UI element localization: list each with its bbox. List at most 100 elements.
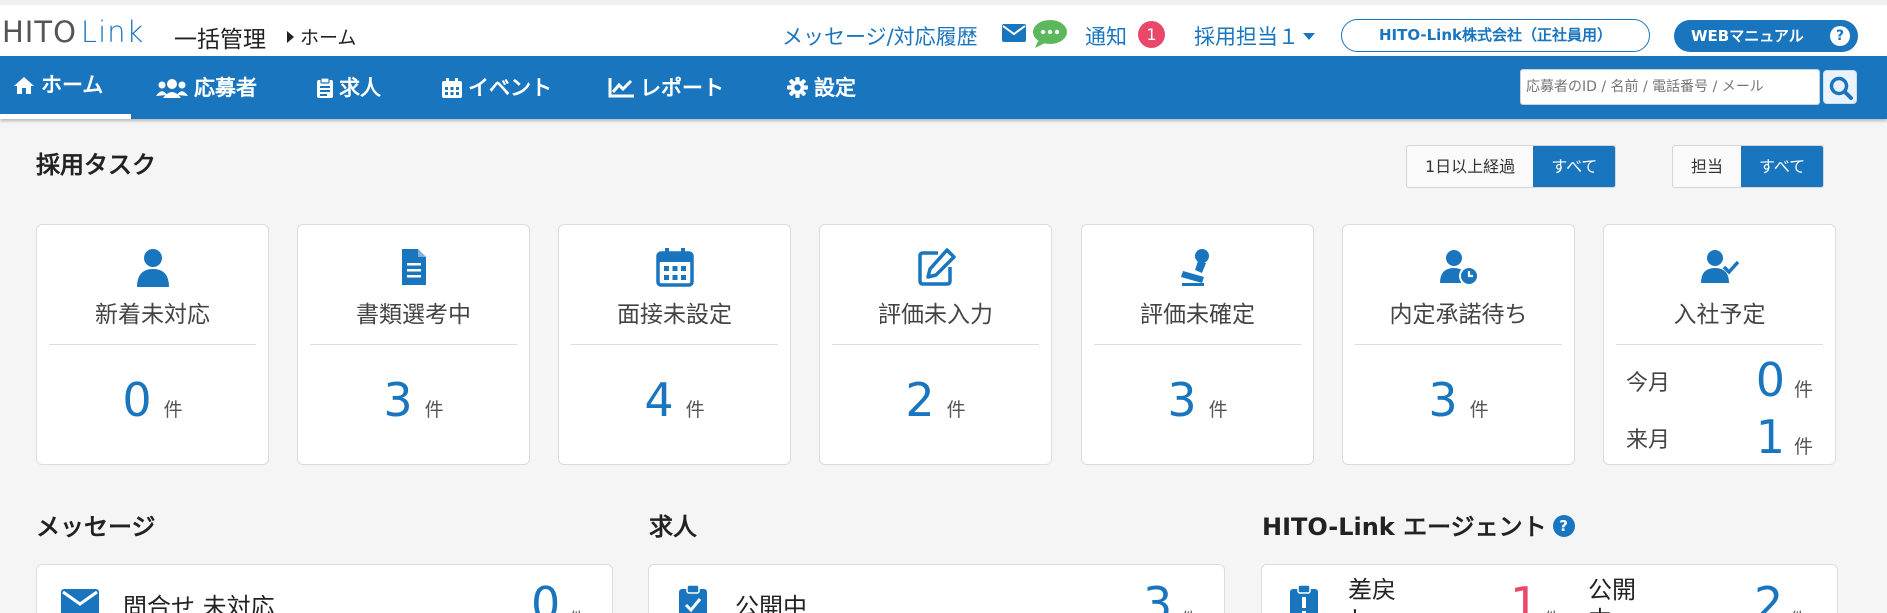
unit-label: 件 — [1790, 605, 1806, 613]
agent-panel[interactable]: 差戻し 1 件 公開中 2 件 — [1261, 564, 1838, 613]
divider — [832, 344, 1039, 345]
task-card-eval-input[interactable]: 評価未入力 2件 — [819, 224, 1052, 465]
joining-this-month[interactable]: 今月 0 件 — [1626, 353, 1813, 407]
filter-assignee-mine[interactable]: 担当 — [1673, 146, 1741, 187]
unit-label: 件 — [569, 605, 585, 613]
app-title: 一括管理 — [174, 27, 266, 53]
nav-jobs[interactable]: 求人 — [317, 56, 381, 119]
notifications-link[interactable]: 通知 — [1085, 21, 1127, 51]
filter-elapsed-1day[interactable]: 1日以上経過 — [1407, 146, 1533, 187]
nav-events-label: イベント — [468, 75, 552, 100]
task-card-label: 面接未設定 — [617, 302, 732, 328]
user-icon — [136, 249, 169, 287]
task-card-count: 2件 — [905, 373, 966, 427]
calendar-icon — [655, 248, 694, 287]
jobs-panel[interactable]: 公開中 3 件 — [648, 564, 1225, 613]
task-card-label: 評価未入力 — [878, 302, 993, 328]
nav-applicants[interactable]: 応募者 — [156, 56, 257, 119]
edit-icon — [917, 248, 956, 286]
chat-bubble-icon[interactable] — [1032, 19, 1068, 49]
divider — [49, 344, 256, 345]
elapsed-filter: 1日以上経過 すべて — [1406, 145, 1617, 188]
app-logo[interactable]: HITO Link — [2, 15, 144, 49]
messages-panel-count: 0 — [531, 577, 561, 613]
users-icon — [156, 78, 188, 98]
task-card-count: 4件 — [644, 373, 705, 427]
logo-hito: HITO — [2, 15, 77, 49]
nav-reports[interactable]: レポート — [608, 56, 724, 119]
filter-assignee-all[interactable]: すべて — [1741, 146, 1824, 187]
task-card-count: 0件 — [122, 373, 183, 427]
breadcrumb: ホーム — [287, 23, 356, 50]
messages-history-link[interactable]: メッセージ/対応履歴 — [782, 21, 978, 51]
web-manual-label: WEBマニュアル — [1691, 27, 1804, 45]
notification-count-badge[interactable]: 1 — [1138, 21, 1165, 48]
nav-settings[interactable]: 設定 — [787, 56, 856, 119]
agent-returned-count: 1 — [1510, 577, 1540, 613]
joining-row-count: 0 — [1755, 353, 1785, 407]
task-card-label: 内定承諾待ち — [1389, 302, 1528, 328]
task-card-joining[interactable]: 入社予定 今月 0 件 来月 1 件 — [1603, 224, 1836, 465]
filter-elapsed-all[interactable]: すべて — [1533, 146, 1616, 187]
company-selector[interactable]: HITO-Link株式会社（正社員用） — [1341, 19, 1650, 52]
task-card-eval-confirm[interactable]: 評価未確定 3件 — [1081, 224, 1314, 465]
top-header: HITO Link 一括管理 ホーム メッセージ/対応履歴 通知 1 採用担当１ … — [0, 0, 1887, 56]
nav-settings-label: 設定 — [814, 75, 856, 100]
user-menu[interactable]: 採用担当１ — [1194, 21, 1315, 51]
divider — [571, 344, 778, 345]
agent-published-count: 2 — [1754, 577, 1784, 613]
task-card-count: 3件 — [383, 373, 444, 427]
task-card-offer-pending[interactable]: 内定承諾待ち 3件 — [1342, 224, 1575, 465]
task-card-screening[interactable]: 書類選考中 3件 — [297, 224, 530, 465]
alert-clipboard-icon — [1290, 585, 1318, 613]
task-card-count: 3件 — [1428, 373, 1489, 427]
logo-link: Link — [80, 15, 145, 49]
clipboard-check-icon — [679, 585, 707, 613]
joining-row-label: 来月 — [1626, 428, 1671, 453]
user-check-icon — [1700, 250, 1739, 283]
task-card-count: 3件 — [1167, 373, 1228, 427]
user-clock-icon — [1439, 250, 1479, 286]
agent-returned-label: 差戻し — [1348, 576, 1396, 613]
help-icon[interactable]: ? — [1552, 515, 1575, 537]
user-name: 採用担当１ — [1194, 25, 1299, 49]
assignee-filter: 担当 すべて — [1672, 145, 1825, 188]
document-icon — [401, 249, 426, 285]
agent-section-title: HITO-Link エージェント? — [1262, 507, 1575, 542]
web-manual-button[interactable]: WEBマニュアル? — [1674, 20, 1858, 52]
applicant-search-input[interactable] — [1520, 69, 1820, 105]
nav-home[interactable]: ホーム — [0, 56, 131, 119]
task-card-new[interactable]: 新着未対応 0件 — [36, 224, 269, 465]
nav-home-label: ホーム — [41, 73, 104, 97]
main-nav: ホーム 応募者 求人 イベント レポート 設定 — [0, 56, 1887, 119]
breadcrumb-home[interactable]: ホーム — [300, 27, 356, 49]
home-icon — [14, 76, 34, 94]
messages-panel-label: 問合せ 未対応 — [123, 593, 275, 613]
joining-row-label: 今月 — [1626, 371, 1671, 396]
nav-events[interactable]: イベント — [442, 56, 552, 119]
search-button[interactable] — [1823, 70, 1857, 104]
joining-next-month[interactable]: 来月 1 件 — [1626, 410, 1813, 464]
task-card-label: 入社予定 — [1673, 302, 1766, 328]
jobs-section-title: 求人 — [649, 513, 697, 541]
nav-applicants-label: 応募者 — [194, 75, 257, 100]
search-icon — [1829, 76, 1853, 100]
divider — [1616, 344, 1823, 345]
envelope-icon — [61, 589, 99, 613]
divider — [1094, 344, 1301, 345]
question-icon: ? — [1830, 26, 1850, 46]
envelope-icon[interactable] — [1002, 24, 1026, 42]
caret-down-icon — [1303, 33, 1315, 40]
joining-row-count: 1 — [1755, 410, 1785, 464]
task-card-label: 新着未対応 — [95, 302, 210, 328]
unit-label: 件 — [1181, 605, 1197, 613]
unit-label: 件 — [1793, 436, 1813, 458]
task-card-interview[interactable]: 面接未設定 4件 — [558, 224, 791, 465]
nav-jobs-label: 求人 — [339, 75, 381, 100]
tasks-title: 採用タスク — [36, 151, 156, 179]
messages-panel[interactable]: 問合せ 未対応 0 件 — [36, 564, 613, 613]
task-card-label: 評価未確定 — [1140, 302, 1255, 328]
jobs-panel-label: 公開中 — [735, 593, 807, 613]
jobs-panel-count: 3 — [1143, 577, 1173, 613]
divider — [310, 344, 517, 345]
